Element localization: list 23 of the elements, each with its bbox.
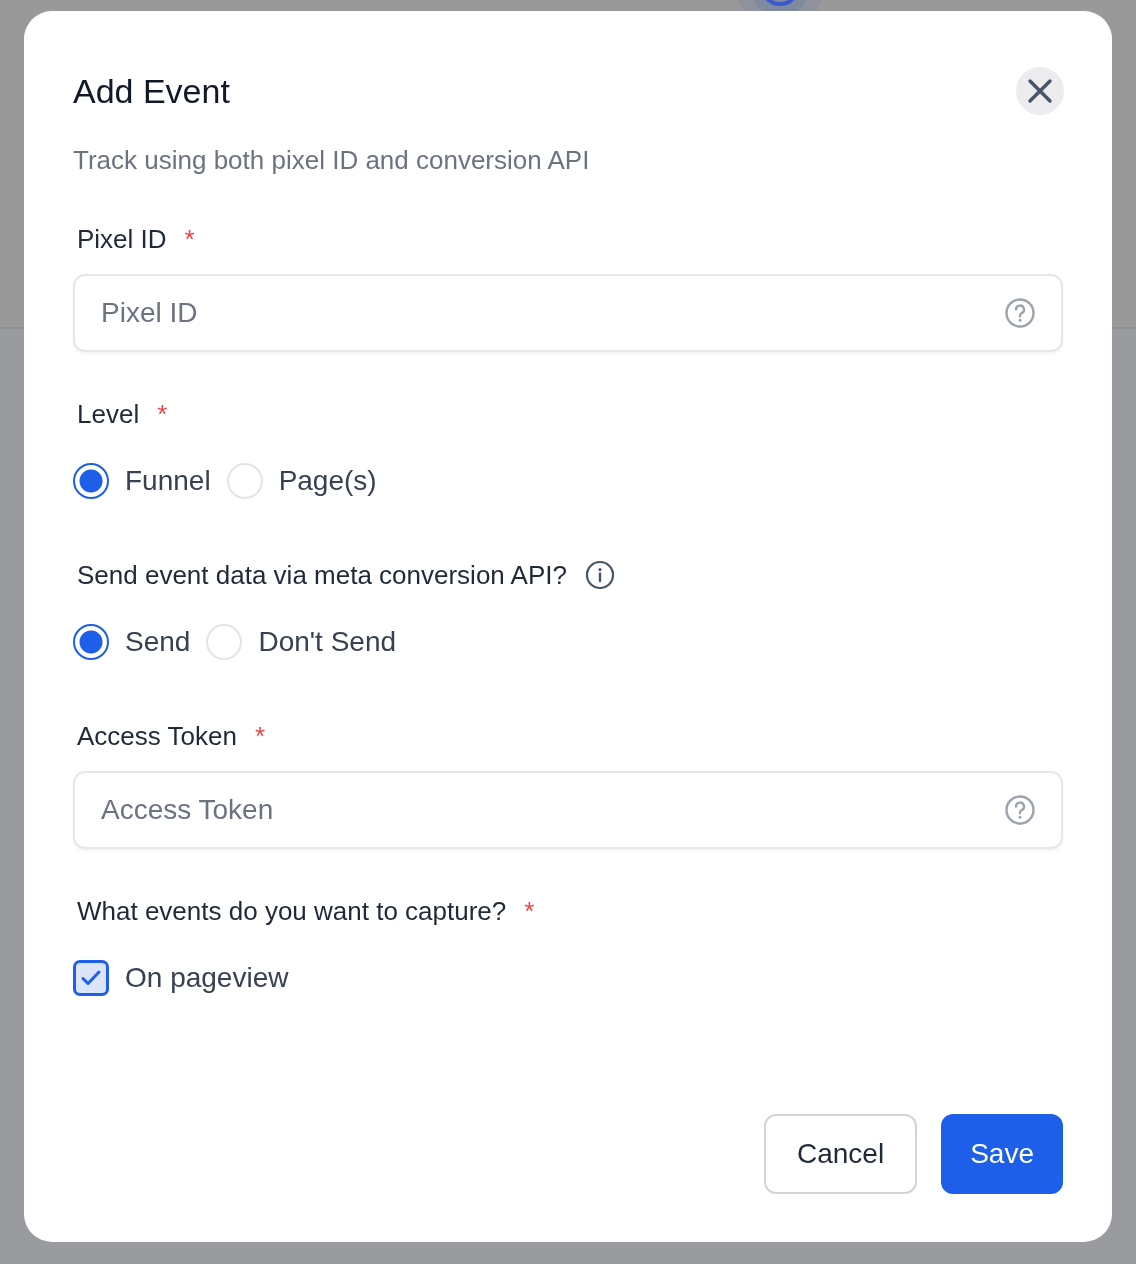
radio-option[interactable]: Page(s) <box>226 461 377 501</box>
cancel-button[interactable]: Cancel <box>764 1114 918 1194</box>
info-icon[interactable] <box>585 560 615 590</box>
required-marker: * <box>184 223 195 255</box>
field-label: Level <box>77 398 140 430</box>
field-label: Pixel ID <box>77 223 167 255</box>
required-marker: * <box>254 720 266 752</box>
radio-option[interactable]: Send <box>73 622 191 662</box>
required-marker: * <box>157 398 168 430</box>
text-field[interactable]: Access Token <box>73 771 1063 849</box>
radio-option[interactable]: Don't Send <box>206 622 397 662</box>
text-field[interactable]: Pixel ID <box>73 274 1063 352</box>
required-marker: * <box>524 895 535 927</box>
dialog-title: Add Event <box>73 71 230 111</box>
save-button[interactable]: Save <box>941 1114 1063 1194</box>
field-label: What events do you want to capture? <box>77 895 507 927</box>
radio-option[interactable]: Funnel <box>73 461 211 501</box>
close-icon <box>1027 78 1053 104</box>
field-label: Send event data via meta conversion API? <box>77 559 567 591</box>
close-button[interactable] <box>1016 67 1064 115</box>
dialog-subtitle: Track using both pixel ID and conversion API <box>73 144 591 177</box>
field-label: Access Token <box>77 720 237 752</box>
checkbox-option[interactable]: On pageview <box>73 958 289 998</box>
